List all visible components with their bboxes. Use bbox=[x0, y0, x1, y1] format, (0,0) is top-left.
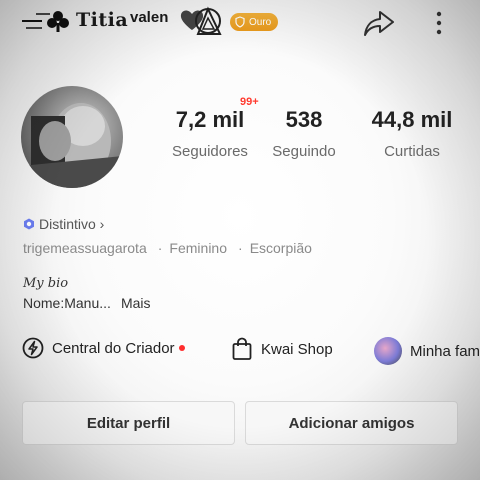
gender: Feminino bbox=[169, 240, 228, 256]
profile-meta: trigemeassuagarota · Feminino · Escorpião bbox=[23, 240, 312, 256]
heart-triangle-icon bbox=[180, 6, 222, 35]
shortcut-label-creator: Central do Criador bbox=[52, 339, 175, 357]
profile-avatar[interactable] bbox=[21, 86, 123, 188]
new-dot bbox=[178, 345, 185, 351]
username: trigemeassuagarota bbox=[23, 240, 147, 256]
likes-label: Curtidas bbox=[384, 143, 440, 160]
distintivo-label: Distintivo › bbox=[39, 216, 105, 232]
more-vertical-icon[interactable] bbox=[430, 10, 448, 38]
shortcut-creator-center[interactable]: Central do Criador bbox=[22, 337, 185, 359]
shortcut-kwai-shop[interactable]: Kwai Shop bbox=[231, 337, 333, 361]
profile-name-suffix: valen bbox=[130, 9, 169, 26]
bio-text: Nome:Manu... bbox=[23, 295, 111, 311]
ouro-badge[interactable]: Ouro bbox=[230, 13, 279, 31]
add-friends-button[interactable]: Adicionar amigos bbox=[245, 401, 458, 445]
bio: Nome:Manu... Mais bbox=[23, 295, 151, 311]
zodiac-sign: Escorpião bbox=[249, 240, 312, 256]
shopping-bag-icon bbox=[232, 337, 252, 360]
badge-hexagon-icon bbox=[24, 218, 34, 230]
profile-name: Titia bbox=[76, 9, 129, 31]
bio-more-link[interactable]: Mais bbox=[121, 295, 151, 311]
shortcut-label-shop: Kwai Shop bbox=[261, 340, 333, 358]
share-arrow-icon[interactable] bbox=[362, 8, 396, 38]
following-label: Seguindo bbox=[272, 143, 336, 160]
profile-stats: 7,2 mil Seguidores 538 Seguindo 44,8 mil… bbox=[150, 107, 470, 167]
likes-count: 44,8 mil bbox=[371, 107, 453, 132]
shortcut-label-family: Minha fam bbox=[410, 342, 480, 360]
shield-icon bbox=[235, 16, 245, 28]
avatar-photo-icon bbox=[21, 103, 123, 188]
creator-bolt-icon bbox=[22, 337, 44, 359]
name-decoration-icon bbox=[22, 11, 69, 32]
distintivo-link[interactable]: Distintivo › bbox=[23, 216, 104, 232]
stat-likes[interactable]: 44,8 mil Curtidas bbox=[362, 107, 462, 160]
following-count: 538 bbox=[285, 107, 323, 132]
ouro-badge-label: Ouro bbox=[249, 16, 272, 28]
shortcuts-row: Central do Criador Kwai Shop Minha fam bbox=[0, 337, 480, 365]
followers-label: Seguidores bbox=[172, 143, 248, 160]
followers-count: 7,2 mil bbox=[175, 107, 245, 132]
edit-profile-button[interactable]: Editar perfil bbox=[22, 401, 235, 445]
bio-title: My bio bbox=[23, 276, 69, 291]
top-bar: Titia valen Ouro bbox=[0, 0, 480, 44]
shortcut-family[interactable]: Minha fam bbox=[374, 337, 480, 365]
stat-following[interactable]: 538 Seguindo bbox=[268, 107, 340, 160]
family-avatar-icon bbox=[374, 337, 402, 365]
stat-followers[interactable]: 7,2 mil Seguidores bbox=[160, 107, 260, 160]
